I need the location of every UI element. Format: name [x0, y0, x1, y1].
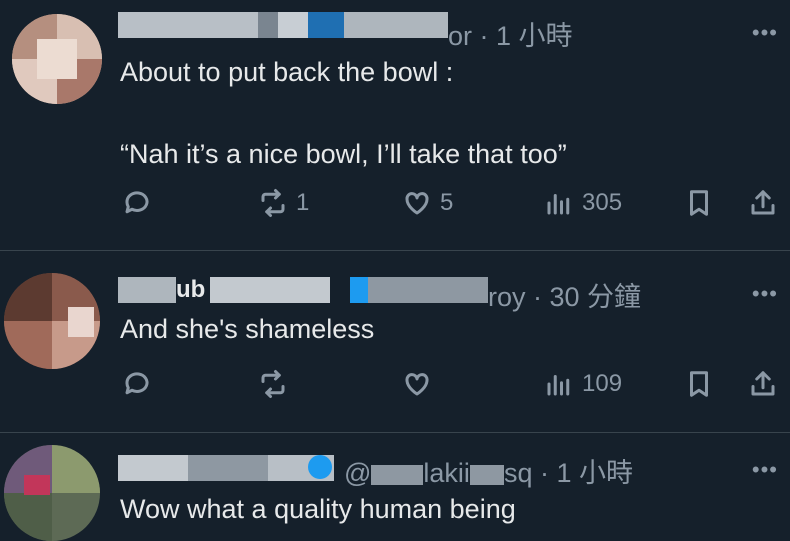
post-handle-and-time[interactable]: @ lakii sq · 1 小時: [344, 451, 633, 490]
post-text: And she's shameless: [120, 314, 375, 344]
share-button[interactable]: [748, 369, 778, 399]
views-icon: [547, 194, 570, 215]
post-1[interactable]: or · 1 小時 ••• About to put back the bowl…: [0, 0, 790, 250]
like-button[interactable]: [402, 369, 432, 399]
like-count: 5: [440, 189, 454, 216]
views-icon: [547, 375, 570, 396]
reply-icon: [125, 372, 149, 395]
author-name-redacted[interactable]: ub: [118, 277, 488, 303]
handle[interactable]: roy: [488, 282, 526, 312]
more-icon[interactable]: •••: [752, 281, 778, 307]
post-2[interactable]: ub roy · 30 分鐘 ••• And she's shameless 1…: [0, 251, 790, 431]
post-3[interactable]: @ lakii sq · 1 小時 ••• Wow what a quality h…: [0, 433, 790, 541]
repost-button[interactable]: 1: [258, 188, 309, 218]
views-button[interactable]: 109: [544, 369, 622, 399]
more-icon[interactable]: •••: [752, 457, 778, 483]
bookmark-button[interactable]: [684, 188, 714, 218]
handle[interactable]: or: [448, 21, 472, 51]
reply-icon: [125, 191, 149, 214]
like-button[interactable]: 5: [402, 188, 453, 218]
author-name-fragment: ub: [176, 277, 210, 303]
bookmark-icon: [690, 190, 708, 216]
timestamp[interactable]: 1 小時: [496, 21, 573, 51]
post-handle-and-time[interactable]: or · 1 小時: [448, 14, 573, 53]
like-icon: [405, 192, 429, 215]
handle-at: @: [344, 458, 372, 488]
avatar[interactable]: [4, 273, 100, 369]
bookmark-button[interactable]: [684, 369, 714, 399]
share-icon: [751, 371, 775, 396]
repost-count: 1: [296, 189, 310, 216]
post-handle-and-time[interactable]: roy · 30 分鐘: [488, 275, 641, 314]
reply-button[interactable]: [122, 369, 152, 399]
avatar[interactable]: [12, 14, 102, 104]
timestamp[interactable]: 1 小時: [556, 458, 633, 488]
timestamp[interactable]: 30 分鐘: [550, 282, 642, 312]
repost-icon: [261, 189, 285, 217]
share-icon: [751, 190, 775, 215]
avatar[interactable]: [4, 445, 100, 541]
post-text: About to put back the bowl : “Nah it’s a…: [120, 57, 567, 169]
author-name-redacted[interactable]: [118, 455, 334, 481]
bookmark-icon: [690, 371, 708, 397]
reply-button[interactable]: [122, 188, 152, 218]
post-text: Wow what a quality human being: [120, 494, 516, 524]
verified-badge-icon: [308, 455, 332, 479]
handle-fragment: lakii: [423, 458, 470, 488]
handle[interactable]: sq: [504, 458, 533, 488]
views-button[interactable]: 305: [544, 188, 622, 218]
like-icon: [405, 373, 429, 396]
more-icon[interactable]: •••: [752, 20, 778, 46]
share-button[interactable]: [748, 188, 778, 218]
repost-button[interactable]: [258, 369, 288, 399]
views-count: 305: [582, 189, 623, 216]
author-name-redacted[interactable]: [118, 12, 448, 38]
repost-icon: [261, 370, 285, 398]
views-count: 109: [582, 370, 623, 397]
